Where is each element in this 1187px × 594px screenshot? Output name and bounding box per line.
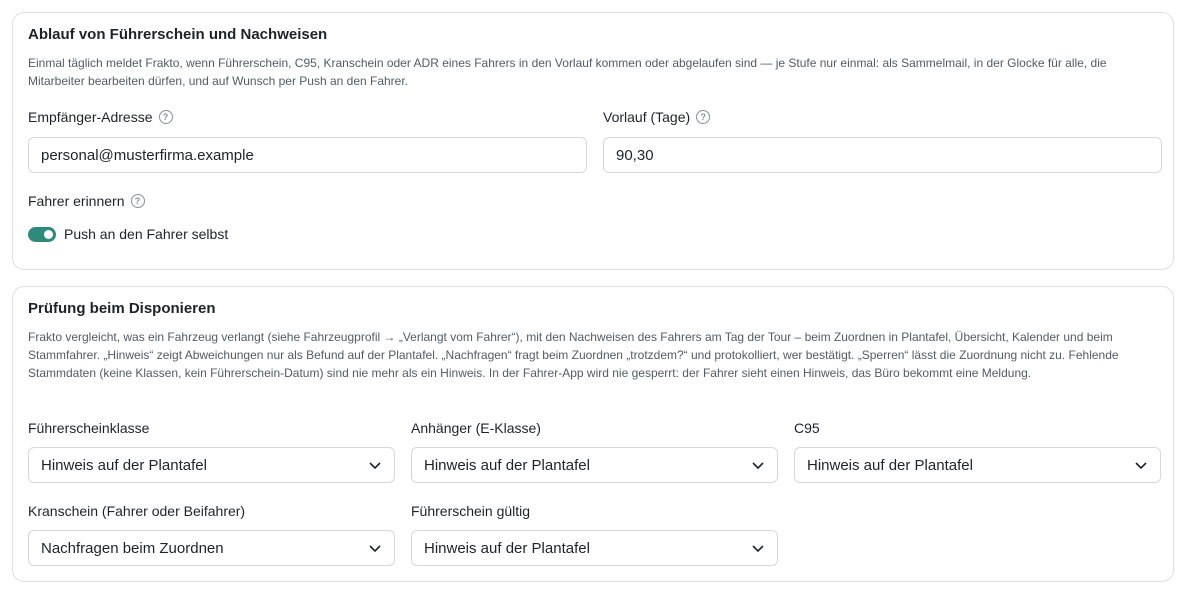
chevron-down-icon xyxy=(752,545,764,553)
crane-license-label: Kranschein (Fahrer oder Beifahrer) xyxy=(28,503,245,519)
card-title: Prüfung beim Disponieren xyxy=(28,300,216,317)
help-icon[interactable]: ? xyxy=(158,110,173,124)
chevron-down-icon xyxy=(1135,462,1147,470)
chevron-down-icon xyxy=(369,462,381,470)
card-description: Einmal täglich meldet Frakto, wenn Führe… xyxy=(28,56,1107,88)
select-value: Nachfragen beim Zuordnen xyxy=(41,539,224,557)
card-title: Ablauf von Führerschein und Nachweisen xyxy=(28,26,328,43)
recipient-label-text: Empfänger-Adresse xyxy=(28,109,153,125)
recipient-input[interactable]: personal@musterfirma.example xyxy=(28,137,587,173)
push-toggle-label: Push an den Fahrer selbst xyxy=(64,226,229,242)
license-class-select[interactable]: Hinweis auf der Plantafel xyxy=(28,447,395,483)
lead-days-label-text: Vorlauf (Tage) xyxy=(603,109,691,125)
c95-label: C95 xyxy=(794,420,820,436)
crane-license-label-text: Kranschein (Fahrer oder Beifahrer) xyxy=(28,503,246,519)
chevron-down-icon xyxy=(752,462,764,470)
license-valid-select[interactable]: Hinweis auf der Plantafel xyxy=(411,530,778,566)
push-toggle-row: Push an den Fahrer selbst xyxy=(28,226,228,242)
chevron-down-icon xyxy=(369,545,381,553)
trailer-class-select[interactable]: Hinweis auf der Plantafel xyxy=(411,447,778,483)
select-value: Hinweis auf der Plantafel xyxy=(807,456,973,474)
crane-license-select[interactable]: Nachfragen beim Zuordnen xyxy=(28,530,395,566)
license-class-label-text: Führerscheinklasse xyxy=(28,420,150,436)
help-icon[interactable]: ? xyxy=(696,110,711,124)
select-value: Hinweis auf der Plantafel xyxy=(41,456,207,474)
lead-days-label: Vorlauf (Tage) ? xyxy=(603,109,711,125)
recipient-label: Empfänger-Adresse ? xyxy=(28,109,173,125)
expiry-notification-card: Ablauf von Führerschein und Nachweisen E… xyxy=(12,12,1174,270)
dispatch-check-card: Prüfung beim Disponieren Frakto vergleic… xyxy=(12,286,1174,582)
license-class-label: Führerscheinklasse xyxy=(28,420,149,436)
select-value: Hinweis auf der Plantafel xyxy=(424,456,590,474)
license-valid-label-text: Führerschein gültig xyxy=(411,503,531,519)
toggle-knob xyxy=(44,229,53,239)
push-toggle[interactable] xyxy=(28,226,56,242)
trailer-class-label: Anhänger (E-Klasse) xyxy=(411,420,541,436)
select-value: Hinweis auf der Plantafel xyxy=(424,539,590,557)
help-icon[interactable]: ? xyxy=(130,194,145,208)
recipient-input-value: personal@musterfirma.example xyxy=(41,146,254,164)
card-description: Frakto vergleicht, was ein Fahrzeug verl… xyxy=(28,330,1119,380)
c95-select[interactable]: Hinweis auf der Plantafel xyxy=(794,447,1161,483)
license-valid-label: Führerschein gültig xyxy=(411,503,530,519)
remind-driver-label: Fahrer erinnern ? xyxy=(28,193,145,209)
trailer-class-label-text: Anhänger (E-Klasse) xyxy=(411,420,541,436)
c95-label-text: C95 xyxy=(794,420,820,436)
lead-days-input-value: 90,30 xyxy=(616,146,654,164)
lead-days-input[interactable]: 90,30 xyxy=(603,137,1162,173)
remind-driver-label-text: Fahrer erinnern xyxy=(28,193,125,209)
